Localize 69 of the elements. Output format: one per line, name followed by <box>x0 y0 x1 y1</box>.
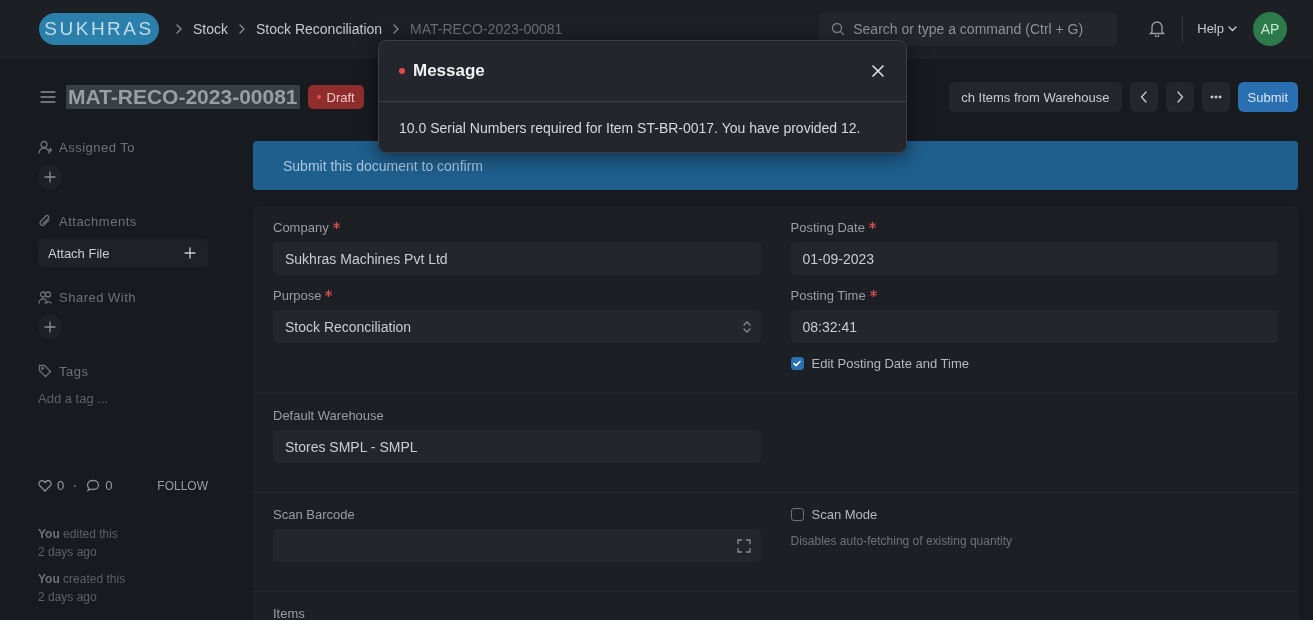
input-field[interactable]: Sukhras Machines Pvt Ltd <box>273 242 761 275</box>
checkbox-label: Scan Mode <box>811 507 878 522</box>
follow-link[interactable]: FOLLOW <box>157 478 208 493</box>
scan-icon <box>736 538 751 553</box>
field-label: Default Warehouse <box>273 408 384 423</box>
help-menu[interactable]: Help <box>1197 21 1237 36</box>
user-icon <box>38 140 52 154</box>
menu-icon[interactable] <box>40 91 56 103</box>
section-label: Assigned To <box>59 139 136 155</box>
status-label: Draft <box>326 89 355 105</box>
fetch-button[interactable]: ch Items from Warehouse <box>949 82 1122 112</box>
sort-icon <box>742 320 751 333</box>
search-field[interactable]: Search or type a command (Ctrl + G) <box>819 11 1118 46</box>
ellipsis-icon <box>1209 95 1222 99</box>
tag-icon <box>38 364 52 378</box>
checkbox-label: Edit Posting Date and Time <box>811 356 970 371</box>
more-button[interactable] <box>1201 82 1230 112</box>
users-icon <box>38 290 52 304</box>
dialog-message: 10.0 Serial Numbers required for Item ST-BR-0017. You have provided 12. <box>398 119 862 138</box>
next-button[interactable] <box>1165 82 1194 112</box>
field-label: Posting Date <box>790 220 865 235</box>
bell-icon[interactable] <box>1149 20 1166 37</box>
checkbox[interactable] <box>790 508 804 521</box>
heart-icon[interactable] <box>38 479 52 492</box>
submit-button[interactable]: Submit <box>1237 82 1298 112</box>
section-heading: Items <box>273 606 306 620</box>
dialog-title: Message <box>413 61 485 81</box>
breadcrumb-link[interactable]: Stock Reconciliation <box>256 20 383 37</box>
plus-icon <box>44 171 56 183</box>
section-label: Shared With <box>59 289 137 305</box>
like-count: 0 <box>57 478 65 493</box>
chevron-right-icon <box>392 23 401 34</box>
chevron-right-icon <box>238 23 246 34</box>
comment-icon[interactable] <box>86 479 101 492</box>
activity-text: You created this <box>38 572 127 586</box>
input-field[interactable]: 08:32:41 <box>790 310 1278 343</box>
input-field[interactable] <box>273 529 761 562</box>
field-label: Scan Barcode <box>273 507 355 522</box>
chevron-right-icon <box>175 23 183 34</box>
input-field[interactable]: 01-09-2023 <box>790 242 1278 275</box>
attach-file-button[interactable]: Attach File <box>38 239 208 267</box>
avatar[interactable]: AP <box>1253 11 1287 46</box>
plus-icon <box>44 321 56 333</box>
breadcrumb-link[interactable]: Stock <box>193 20 228 37</box>
plus-icon <box>184 247 196 259</box>
activity-time: 2 days ago <box>38 545 98 559</box>
check-icon <box>793 360 801 367</box>
activity-text: You edited this <box>38 527 119 541</box>
field-description: Disables auto-fetching of existing quantity <box>790 534 1013 548</box>
section-label: Tags <box>59 363 89 379</box>
field-label: Posting Time <box>790 288 866 303</box>
field-label: Company <box>273 220 329 235</box>
section-label: Attachments <box>59 213 137 229</box>
search-icon <box>831 21 846 36</box>
checkbox[interactable] <box>790 357 804 370</box>
page-title: MAT-RECO-2023-00081 <box>66 85 300 109</box>
share-button[interactable] <box>38 315 62 339</box>
close-icon[interactable] <box>872 65 884 77</box>
field-label: Purpose <box>273 288 322 303</box>
input-field[interactable]: Stores SMPL - SMPL <box>273 430 761 463</box>
select-field[interactable]: Stock Reconciliation <box>273 310 761 343</box>
chevron-right-icon <box>1175 91 1184 103</box>
add-assignee-button[interactable] <box>38 165 62 189</box>
chevron-left-icon <box>1139 91 1148 103</box>
previous-button[interactable] <box>1129 82 1158 112</box>
caret-icon <box>1228 25 1237 32</box>
comment-count: 0 <box>105 478 113 493</box>
paperclip-icon <box>38 214 52 228</box>
activity-time: 2 days ago <box>38 590 98 604</box>
